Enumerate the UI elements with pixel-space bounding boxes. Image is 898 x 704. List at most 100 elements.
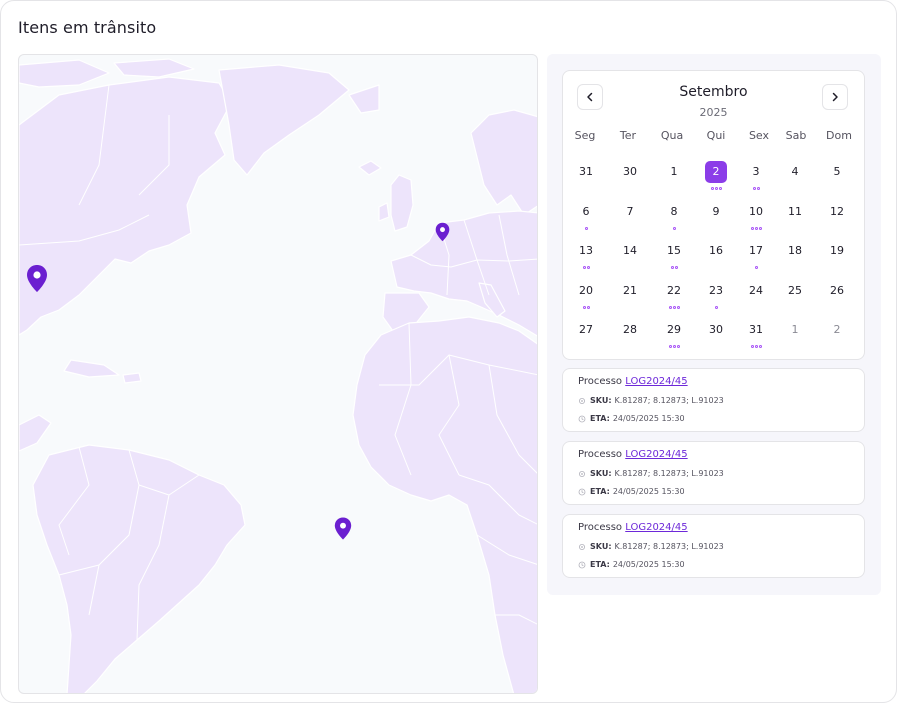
calendar-day[interactable]: 31 bbox=[571, 159, 601, 189]
calendar-day-number: 27 bbox=[579, 323, 593, 336]
calendar-day[interactable]: 24 bbox=[741, 278, 771, 308]
event-dot bbox=[750, 226, 754, 230]
next-month-button[interactable] bbox=[822, 84, 848, 110]
calendar-day[interactable]: 23 bbox=[701, 278, 731, 309]
clock-icon bbox=[578, 415, 586, 422]
calendar-day-number: 20 bbox=[579, 283, 593, 297]
calendar-day[interactable]: 25 bbox=[780, 278, 810, 308]
calendar-day[interactable]: 8 bbox=[659, 199, 689, 230]
calendar-day[interactable]: 16 bbox=[701, 238, 731, 268]
event-indicator bbox=[659, 341, 689, 348]
eta-label: ETA: bbox=[590, 560, 610, 569]
process-card[interactable]: Processo LOG2024/45 SKU: K.81287; 8.12873… bbox=[562, 368, 865, 432]
weekday-label: Dom bbox=[826, 129, 852, 142]
process-link[interactable]: LOG2024/45 bbox=[625, 449, 687, 460]
calendar-day[interactable]: 26 bbox=[822, 278, 852, 308]
event-dot bbox=[586, 305, 590, 309]
calendar-day[interactable]: 10 bbox=[741, 199, 771, 230]
event-dot bbox=[754, 266, 758, 269]
event-dot bbox=[754, 345, 758, 348]
event-dot bbox=[758, 345, 762, 348]
calendar-day[interactable]: 27 bbox=[571, 317, 601, 347]
event-dot bbox=[582, 305, 586, 309]
sku-label: SKU: bbox=[590, 469, 612, 478]
calendar-day-number: 28 bbox=[623, 323, 637, 336]
process-title: Processo LOG2024/45 bbox=[578, 449, 688, 460]
transit-items-card: Itens em trânsito Setembro 2025 Seg Ter … bbox=[0, 0, 897, 703]
calendar-day[interactable]: 21 bbox=[615, 278, 645, 308]
calendar-day[interactable]: 2 bbox=[822, 317, 852, 347]
map-pin-icon[interactable] bbox=[435, 222, 450, 242]
calendar-day-number: 3 bbox=[752, 165, 760, 178]
world-map[interactable] bbox=[18, 54, 538, 694]
process-title: Processo LOG2024/45 bbox=[578, 522, 688, 533]
calendar-day[interactable]: 18 bbox=[780, 238, 810, 268]
calendar-day[interactable]: 30 bbox=[701, 317, 731, 347]
calendar-day-number: 18 bbox=[788, 244, 802, 257]
calendar-day[interactable]: 9 bbox=[701, 199, 731, 229]
calendar-day[interactable]: 28 bbox=[615, 317, 645, 347]
process-sku-row: SKU: K.81287; 8.12873; L.91023 bbox=[578, 542, 724, 551]
eta-label: ETA: bbox=[590, 414, 610, 423]
calendar-day-number: 23 bbox=[709, 283, 723, 297]
process-card[interactable]: Processo LOG2024/45 SKU: K.81287; 8.12873… bbox=[562, 514, 865, 578]
event-dot bbox=[672, 305, 676, 309]
calendar-day[interactable]: 30 bbox=[615, 159, 645, 189]
event-indicator bbox=[741, 341, 771, 348]
event-indicator bbox=[741, 262, 771, 269]
event-indicator bbox=[701, 183, 731, 190]
event-dot bbox=[754, 226, 758, 230]
calendar-day-number: 21 bbox=[623, 283, 637, 297]
calendar-day[interactable]: 12 bbox=[822, 199, 852, 229]
calendar-day[interactable]: 7 bbox=[615, 199, 645, 229]
event-dot bbox=[668, 305, 672, 309]
calendar-day-number: 7 bbox=[626, 204, 634, 218]
calendar-day-number: 11 bbox=[788, 204, 802, 218]
calendar-day[interactable]: 31 bbox=[741, 317, 771, 348]
event-dot bbox=[758, 226, 762, 230]
calendar-day-selected[interactable]: 2 bbox=[701, 159, 731, 190]
world-map-land bbox=[19, 58, 537, 693]
map-pin-icon[interactable] bbox=[334, 516, 352, 541]
event-dot bbox=[718, 187, 722, 190]
calendar-day[interactable]: 20 bbox=[571, 278, 601, 309]
calendar-day[interactable]: 5 bbox=[822, 159, 852, 189]
calendar-day[interactable]: 1 bbox=[780, 317, 810, 347]
event-indicator bbox=[741, 223, 771, 230]
event-dot bbox=[714, 187, 718, 190]
process-link[interactable]: LOG2024/45 bbox=[625, 376, 687, 387]
calendar-day-number: 30 bbox=[709, 323, 723, 336]
calendar-day[interactable]: 3 bbox=[741, 159, 771, 190]
eta-value: 24/05/2025 15:30 bbox=[612, 487, 685, 496]
calendar-day-number: 24 bbox=[749, 283, 763, 297]
event-dot bbox=[674, 266, 678, 269]
calendar-day[interactable]: 13 bbox=[571, 238, 601, 269]
calendar-day[interactable]: 15 bbox=[659, 238, 689, 269]
process-link[interactable]: LOG2024/45 bbox=[625, 522, 687, 533]
event-dot bbox=[672, 226, 676, 230]
sku-value: K.81287; 8.12873; L.91023 bbox=[614, 396, 724, 405]
event-dot bbox=[714, 305, 718, 309]
calendar-day[interactable]: 6 bbox=[571, 199, 601, 230]
event-indicator bbox=[701, 302, 731, 309]
process-label: Processo bbox=[578, 449, 623, 460]
weekday-label: Sab bbox=[785, 129, 807, 142]
calendar-day[interactable]: 19 bbox=[822, 238, 852, 268]
eta-label: ETA: bbox=[590, 487, 610, 496]
calendar-day-number: 22 bbox=[667, 283, 681, 297]
clock-icon bbox=[578, 488, 586, 495]
event-indicator bbox=[659, 302, 689, 309]
calendar-day[interactable]: 17 bbox=[741, 238, 771, 269]
calendar-day[interactable]: 14 bbox=[615, 238, 645, 268]
calendar-day[interactable]: 29 bbox=[659, 317, 689, 348]
event-dot bbox=[670, 266, 674, 269]
calendar: Setembro 2025 Seg Ter Qua Qui Sex Sab Do… bbox=[562, 70, 865, 360]
calendar-day[interactable]: 11 bbox=[780, 199, 810, 229]
calendar-year: 2025 bbox=[699, 106, 728, 119]
map-pin-icon[interactable] bbox=[26, 264, 48, 293]
process-card[interactable]: Processo LOG2024/45 SKU: K.81287; 8.12873… bbox=[562, 441, 865, 505]
calendar-day[interactable]: 22 bbox=[659, 278, 689, 309]
calendar-day[interactable]: 1 bbox=[659, 159, 689, 189]
calendar-day[interactable]: 4 bbox=[780, 159, 810, 189]
process-label: Processo bbox=[578, 522, 623, 533]
